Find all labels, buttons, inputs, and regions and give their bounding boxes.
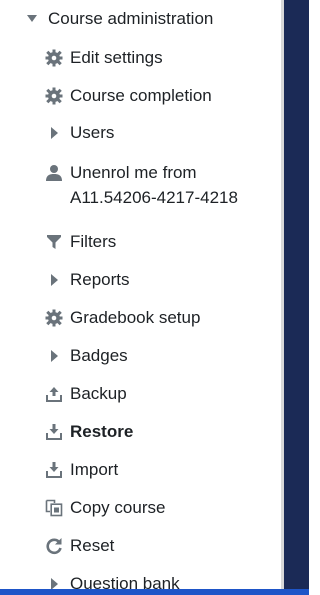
filter-icon xyxy=(44,232,64,252)
download-icon xyxy=(44,422,64,442)
question-bank-label: Question bank xyxy=(70,574,180,589)
copy-icon xyxy=(44,498,64,518)
users-label: Users xyxy=(70,123,115,142)
bottom-accent-bar xyxy=(0,589,309,595)
course-admin-panel: Course administration Edit settings Cour… xyxy=(0,0,281,595)
caret-down-icon[interactable] xyxy=(22,9,42,29)
reset-link[interactable]: Reset xyxy=(44,528,114,564)
course-administration-label: Course administration xyxy=(48,9,214,28)
upload-icon xyxy=(44,384,64,404)
import-link[interactable]: Import xyxy=(44,452,118,488)
course-completion-link[interactable]: Course completion xyxy=(44,78,212,114)
edit-settings-link[interactable]: Edit settings xyxy=(44,40,163,76)
reset-label: Reset xyxy=(70,536,115,555)
backup-link[interactable]: Backup xyxy=(44,376,127,412)
restore-label: Restore xyxy=(70,422,134,441)
course-administration-node[interactable]: Course administration xyxy=(22,1,213,37)
reports-node[interactable]: Reports xyxy=(44,262,130,298)
caret-right-icon[interactable] xyxy=(44,270,64,290)
caret-right-icon[interactable] xyxy=(44,346,64,366)
import-label: Import xyxy=(70,460,119,479)
caret-right-icon[interactable] xyxy=(44,574,64,589)
gear-icon xyxy=(44,86,64,106)
users-node[interactable]: Users xyxy=(44,115,114,151)
backup-label: Backup xyxy=(70,384,127,403)
gradebook-setup-label: Gradebook setup xyxy=(70,308,201,327)
unenrol-label-line1: Unenrol me from xyxy=(70,163,197,182)
badges-node[interactable]: Badges xyxy=(44,338,128,374)
restore-link[interactable]: Restore xyxy=(44,414,133,450)
filters-label: Filters xyxy=(70,232,117,251)
gear-icon xyxy=(44,48,64,68)
gradebook-setup-link[interactable]: Gradebook setup xyxy=(44,300,200,336)
badges-label: Badges xyxy=(70,346,128,365)
reset-icon xyxy=(44,536,64,556)
question-bank-node[interactable]: Question bank xyxy=(44,566,180,589)
filters-link[interactable]: Filters xyxy=(44,224,116,260)
caret-right-icon[interactable] xyxy=(44,123,64,143)
gear-icon xyxy=(44,308,64,328)
course-completion-label: Course completion xyxy=(70,86,212,105)
right-panel-edge xyxy=(281,0,309,595)
unenrol-label-line2: A11.54206-4217-4218 xyxy=(70,188,238,207)
edit-settings-label: Edit settings xyxy=(70,48,163,67)
unenrol-label: Unenrol me from A11.54206-4217-4218 xyxy=(70,160,238,210)
panel-divider xyxy=(281,0,284,595)
copy-course-link[interactable]: Copy course xyxy=(44,490,165,526)
nav-tree: Course administration Edit settings Cour… xyxy=(0,0,281,589)
reports-label: Reports xyxy=(70,270,130,289)
copy-course-label: Copy course xyxy=(70,498,166,517)
download-icon xyxy=(44,460,64,480)
user-icon xyxy=(44,163,64,183)
unenrol-link[interactable]: Unenrol me from A11.54206-4217-4218 xyxy=(44,160,238,210)
